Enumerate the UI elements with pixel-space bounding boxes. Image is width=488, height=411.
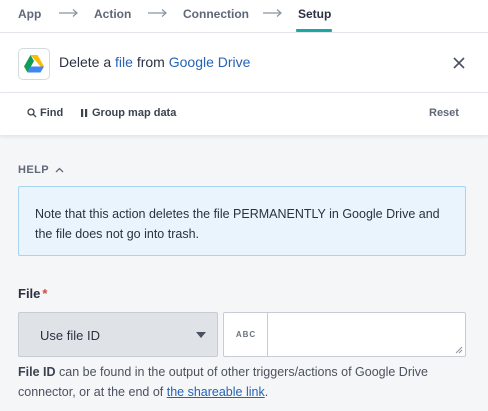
file-mode-select[interactable]: Use file ID [18,312,218,357]
help-label: HELP [18,164,49,176]
step-setup[interactable]: Setup [298,7,331,21]
group-icon [81,109,88,117]
select-value: Use file ID [40,328,100,343]
toolbar: Find Group map data Reset [0,93,488,135]
arrow-right-icon [59,9,78,17]
help-toggle[interactable]: HELP [18,164,64,176]
app-logo [18,48,50,80]
step-action[interactable]: Action [94,7,131,21]
file-label-text: File [18,286,41,301]
shareable-link[interactable]: the shareable link [167,385,265,399]
arrow-right-icon [263,9,282,17]
hint-bold: File ID [18,365,56,379]
file-field-hint: File ID can be found in the output of ot… [18,362,468,402]
action-header: Delete a file from Google Drive [0,33,488,93]
action-title: Delete a file from Google Drive [59,54,250,70]
arrow-right-icon [148,9,167,17]
resize-handle-icon[interactable] [455,346,463,354]
title-middle: from [132,54,169,70]
find-label: Find [40,107,64,119]
hint-end: . [264,385,269,399]
caret-down-icon [196,332,206,338]
help-message: Note that this action deletes the file P… [18,186,466,256]
file-field-label: File * [18,286,47,301]
google-drive-icon [24,55,44,73]
step-app[interactable]: App [18,7,41,21]
app-link[interactable]: Google Drive [169,54,251,70]
chevron-up-icon [55,167,64,173]
object-link[interactable]: file [115,54,133,70]
text-type-badge: ABC [223,312,268,357]
reset-button[interactable]: Reset [429,107,459,119]
search-icon [27,108,37,118]
title-prefix: Delete a [59,54,116,70]
close-icon[interactable] [450,54,468,72]
active-step-indicator [296,29,332,32]
required-marker: * [42,286,48,301]
file-id-input[interactable] [267,312,466,357]
wizard-stepper: App Action Connection Setup [0,0,488,33]
group-label: Group map data [92,107,177,119]
group-map-data-button[interactable]: Group map data [80,107,176,119]
step-connection[interactable]: Connection [183,7,249,21]
find-button[interactable]: Find [27,107,63,119]
